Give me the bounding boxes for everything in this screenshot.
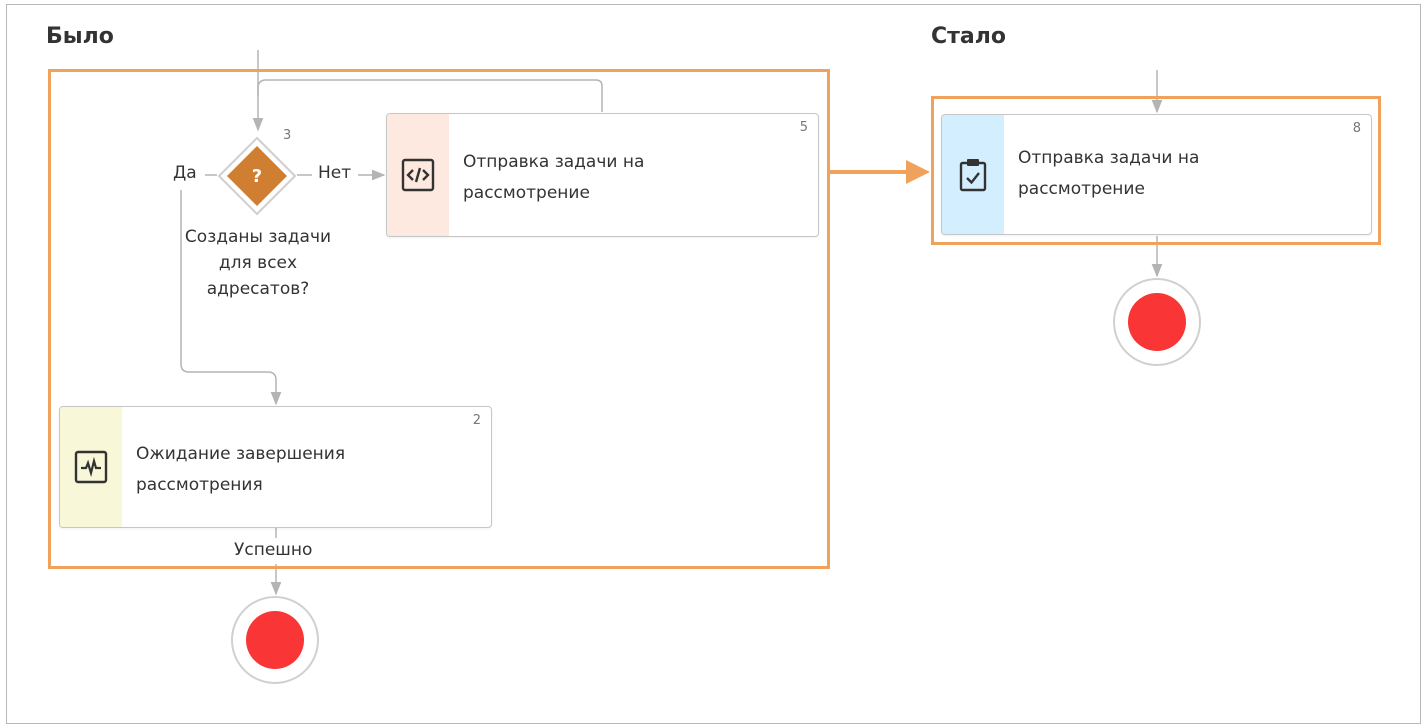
- end-event-before[interactable]: [231, 596, 319, 684]
- after-title: Стало: [931, 24, 1006, 49]
- success-label: Успешно: [234, 540, 313, 560]
- task-send-after[interactable]: Отправка задачи на рассмотрение 8: [941, 114, 1372, 235]
- task-wait-label: Ожидание завершения рассмотрения: [136, 444, 346, 495]
- before-title: Было: [46, 24, 114, 49]
- task-send-after-label: Отправка задачи на рассмотрение: [1018, 148, 1200, 199]
- gateway-symbol: ?: [251, 165, 263, 187]
- task-send-before[interactable]: Отправка задачи на рассмотрение 5: [386, 113, 819, 237]
- task-send-after-strip: [942, 115, 1004, 234]
- end-event-before-core: [246, 611, 304, 669]
- gateway-no-label: Нет: [318, 163, 352, 183]
- task-wait-number: 2: [472, 413, 481, 428]
- monitor-pulse-icon: [74, 450, 108, 484]
- end-event-after-core: [1128, 293, 1186, 351]
- code-icon: [401, 158, 435, 192]
- gateway-question: Созданы задачи для всех адресатов?: [184, 227, 332, 299]
- gateway-exclusive[interactable]: ?: [217, 136, 297, 216]
- task-wait[interactable]: Ожидание завершения рассмотрения 2: [59, 406, 492, 528]
- task-send-after-number: 8: [1352, 121, 1361, 136]
- gateway-yes-label: Да: [173, 163, 197, 183]
- task-wait-strip: [60, 407, 122, 527]
- clipboard-check-icon: [957, 157, 989, 193]
- task-send-before-number: 5: [799, 120, 808, 135]
- task-send-before-label: Отправка задачи на рассмотрение: [463, 152, 645, 203]
- task-send-before-strip: [387, 114, 449, 236]
- end-event-after[interactable]: [1113, 278, 1201, 366]
- gateway-number: 3: [283, 128, 292, 143]
